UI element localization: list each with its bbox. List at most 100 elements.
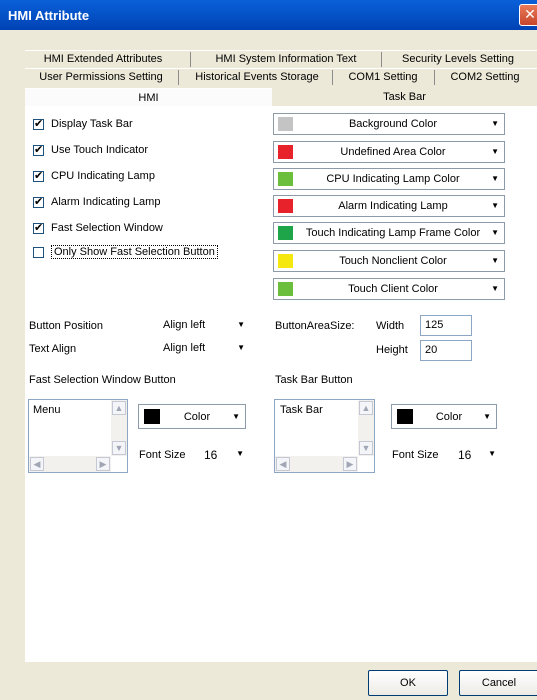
scroll-down-icon[interactable]: ▼ bbox=[359, 441, 373, 455]
button-area-size-label: ButtonAreaSize: bbox=[275, 320, 355, 332]
height-label: Height bbox=[376, 344, 408, 356]
title-bar[interactable]: HMI Attribute ✕ bbox=[0, 0, 537, 30]
color-button-label: Touch Nonclient Color bbox=[339, 255, 447, 267]
color-swatch bbox=[278, 145, 293, 159]
scroll-up-icon[interactable]: ▲ bbox=[359, 401, 373, 415]
section-hmi[interactable]: HMI bbox=[25, 88, 272, 107]
button-position-label: Button Position bbox=[29, 320, 103, 332]
color-select-label: Color bbox=[183, 411, 211, 423]
select-value: 16 bbox=[458, 448, 472, 462]
checkbox-box[interactable]: ✔ bbox=[33, 144, 44, 156]
color-select-label: Color bbox=[435, 411, 463, 423]
touch-indicating-lamp-frame-color-button[interactable]: Touch Indicating Lamp Frame Color ▼ bbox=[273, 222, 505, 244]
color-button-label: Background Color bbox=[348, 118, 438, 130]
checkbox-box[interactable]: ✔ bbox=[33, 170, 44, 182]
checkbox-use-touch-indicator[interactable]: ✔ Use Touch Indicator bbox=[33, 143, 148, 157]
vertical-scrollbar[interactable]: ▲ ▼ bbox=[111, 400, 127, 456]
checkbox-label: Display Task Bar bbox=[51, 118, 133, 130]
ok-button[interactable]: OK bbox=[368, 670, 448, 696]
checkbox-only-show-fast-selection-button[interactable]: Only Show Fast Selection Button bbox=[33, 245, 218, 259]
background-color-button[interactable]: Background Color ▼ bbox=[273, 113, 505, 135]
tab-divider bbox=[381, 52, 382, 67]
fast-selection-list[interactable]: Menu ▲ ▼ ◀ ▶ bbox=[28, 399, 128, 473]
chevron-down-icon: ▼ bbox=[236, 449, 244, 458]
chevron-down-icon: ▼ bbox=[491, 119, 499, 128]
fast-selection-font-size-select[interactable]: 16 ▼ bbox=[204, 446, 246, 464]
checkbox-alarm-indicating-lamp[interactable]: ✔ Alarm Indicating Lamp bbox=[33, 195, 160, 209]
width-input[interactable]: 125 bbox=[420, 315, 472, 336]
color-swatch bbox=[278, 282, 293, 296]
scroll-right-icon[interactable]: ▶ bbox=[96, 457, 110, 471]
select-value: Align left bbox=[163, 319, 206, 331]
chevron-down-icon: ▼ bbox=[491, 256, 499, 265]
tab-historical-events-storage[interactable]: Historical Events Storage bbox=[184, 69, 330, 87]
checkbox-box[interactable]: ✔ bbox=[33, 118, 44, 130]
select-value: Align left bbox=[163, 342, 206, 354]
text-align-select[interactable]: Align left ▼ bbox=[163, 340, 247, 358]
tab-divider bbox=[332, 70, 333, 85]
tab-divider bbox=[190, 52, 191, 67]
fast-selection-window-button-title: Fast Selection Window Button bbox=[29, 374, 176, 386]
color-button-label: Touch Client Color bbox=[348, 283, 438, 295]
window-title: HMI Attribute bbox=[8, 8, 90, 23]
tab-hmi-system-information-text[interactable]: HMI System Information Text bbox=[196, 51, 376, 69]
chevron-down-icon: ▼ bbox=[232, 412, 240, 421]
scroll-left-icon[interactable]: ◀ bbox=[30, 457, 44, 471]
section-task-bar[interactable]: Task Bar bbox=[272, 88, 537, 107]
color-swatch bbox=[144, 409, 160, 424]
horizontal-scrollbar[interactable]: ◀ ▶ bbox=[275, 456, 358, 472]
color-button-label: Alarm Indicating Lamp bbox=[338, 200, 448, 212]
cpu-indicating-lamp-color-button[interactable]: CPU Indicating Lamp Color ▼ bbox=[273, 168, 505, 190]
tab-user-permissions-setting[interactable]: User Permissions Setting bbox=[28, 69, 174, 87]
cancel-button[interactable]: Cancel bbox=[459, 670, 537, 696]
scroll-right-icon[interactable]: ▶ bbox=[343, 457, 357, 471]
color-button-label: Touch Indicating Lamp Frame Color bbox=[305, 227, 481, 239]
color-swatch bbox=[278, 199, 293, 213]
undefined-area-color-button[interactable]: Undefined Area Color ▼ bbox=[273, 141, 505, 163]
button-position-select[interactable]: Align left ▼ bbox=[163, 317, 247, 335]
text-align-label: Text Align bbox=[29, 343, 77, 355]
dialog-window: HMI Attribute ✕ HMI Extended Attributes … bbox=[0, 0, 537, 700]
alarm-indicating-lamp-color-button[interactable]: Alarm Indicating Lamp ▼ bbox=[273, 195, 505, 217]
color-swatch bbox=[278, 254, 293, 268]
checkbox-box[interactable]: ✔ bbox=[33, 222, 44, 234]
list-item[interactable]: Task Bar bbox=[280, 404, 323, 416]
checkbox-box[interactable]: ✔ bbox=[33, 196, 44, 208]
horizontal-scrollbar[interactable]: ◀ ▶ bbox=[29, 456, 111, 472]
checkbox-display-task-bar[interactable]: ✔ Display Task Bar bbox=[33, 117, 133, 131]
close-button[interactable]: ✕ bbox=[519, 4, 537, 26]
checkbox-label: Alarm Indicating Lamp bbox=[51, 196, 161, 208]
task-bar-font-size-select[interactable]: 16 ▼ bbox=[458, 446, 498, 464]
scroll-up-icon[interactable]: ▲ bbox=[112, 401, 126, 415]
checkbox-fast-selection-window[interactable]: ✔ Fast Selection Window bbox=[33, 221, 163, 235]
chevron-down-icon: ▼ bbox=[237, 320, 245, 329]
tab-divider bbox=[178, 70, 179, 85]
chevron-down-icon: ▼ bbox=[488, 449, 496, 458]
color-swatch bbox=[278, 226, 293, 240]
vertical-scrollbar[interactable]: ▲ ▼ bbox=[358, 400, 374, 456]
task-bar-list[interactable]: Task Bar ▲ ▼ ◀ ▶ bbox=[274, 399, 375, 473]
font-size-label: Font Size bbox=[139, 449, 186, 461]
list-item[interactable]: Menu bbox=[33, 404, 61, 416]
tab-com2-setting[interactable]: COM2 Setting bbox=[440, 69, 530, 87]
tab-hmi-extended-attributes[interactable]: HMI Extended Attributes bbox=[28, 51, 178, 69]
font-size-label: Font Size bbox=[392, 449, 439, 461]
chevron-down-icon: ▼ bbox=[491, 284, 499, 293]
checkbox-box[interactable] bbox=[33, 246, 44, 258]
touch-client-color-button[interactable]: Touch Client Color ▼ bbox=[273, 278, 505, 300]
checkbox-cpu-indicating-lamp[interactable]: ✔ CPU Indicating Lamp bbox=[33, 169, 155, 183]
scroll-left-icon[interactable]: ◀ bbox=[276, 457, 290, 471]
select-value: 16 bbox=[204, 448, 218, 462]
fast-selection-color-select[interactable]: Color ▼ bbox=[138, 404, 246, 429]
width-label: Width bbox=[376, 320, 405, 332]
tab-security-levels-setting[interactable]: Security Levels Setting bbox=[388, 51, 528, 69]
touch-nonclient-color-button[interactable]: Touch Nonclient Color ▼ bbox=[273, 250, 505, 272]
scroll-down-icon[interactable]: ▼ bbox=[112, 441, 126, 455]
chevron-down-icon: ▼ bbox=[491, 147, 499, 156]
checkbox-label: Fast Selection Window bbox=[51, 222, 163, 234]
height-input[interactable]: 20 bbox=[420, 340, 472, 361]
checkbox-label: Only Show Fast Selection Button bbox=[51, 245, 218, 259]
chevron-down-icon: ▼ bbox=[237, 343, 245, 352]
tab-com1-setting[interactable]: COM1 Setting bbox=[338, 69, 428, 87]
task-bar-color-select[interactable]: Color ▼ bbox=[391, 404, 497, 429]
